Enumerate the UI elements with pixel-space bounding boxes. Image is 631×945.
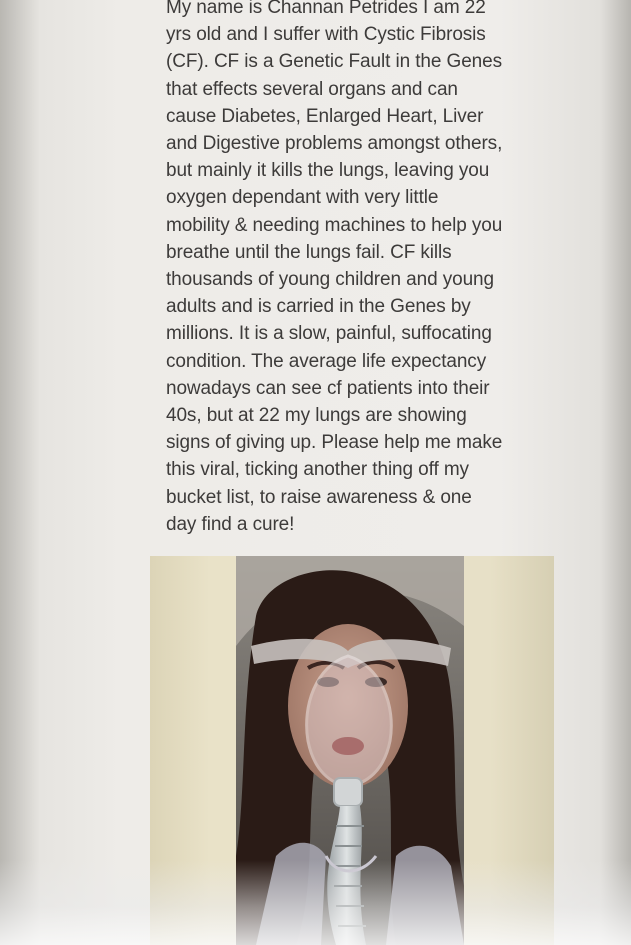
post-text-line: 40s, but at 22 my lungs are showing — [166, 405, 467, 427]
screenshot-page: My name is Channan Petrides I am 22 yrs … — [0, 0, 631, 945]
post-text-line: oxygen dependant with very little — [166, 187, 439, 209]
post-text-line: adults and is carried in the Genes by — [166, 296, 471, 318]
post-text-line: condition. The average life expectancy — [166, 350, 487, 372]
post-text: My name is Channan Petrides I am 22 yrs … — [166, 0, 566, 538]
post-text-line: that effects several organs and can — [166, 78, 458, 100]
post-text-line: cause Diabetes, Enlarged Heart, Liver — [166, 105, 484, 127]
post-text-line: signs of giving up. Please help me make — [166, 432, 503, 454]
post-text-line: millions. It is a slow, painful, suffoca… — [166, 323, 492, 345]
post-text-line: bucket list, to raise awareness & one — [166, 486, 472, 508]
post-text-line: this viral, ticking another thing off my — [166, 459, 469, 481]
post-text-line: (CF). CF is a Genetic Fault in the Genes — [166, 51, 503, 73]
post-text-line: nowadays can see cf patients into their — [166, 377, 490, 399]
post-text-line: breathe until the lungs fail. CF kills — [166, 241, 452, 263]
post-text-line: My name is Channan Petrides I am 22 — [166, 0, 486, 18]
patient-photo-illustration — [236, 556, 464, 945]
post-text-line: thousands of young children and young — [166, 269, 494, 291]
post-text-line: but mainly it kills the lungs, leaving y… — [166, 160, 490, 182]
patient-photo[interactable] — [236, 556, 464, 945]
post-text-line: yrs old and I suffer with Cystic Fibrosi… — [166, 24, 486, 46]
post-text-line: mobility & needing machines to help you — [166, 214, 503, 236]
post-text-line: and Digestive problems amongst others, — [166, 133, 503, 155]
post-text-line: day find a cure! — [166, 513, 295, 535]
